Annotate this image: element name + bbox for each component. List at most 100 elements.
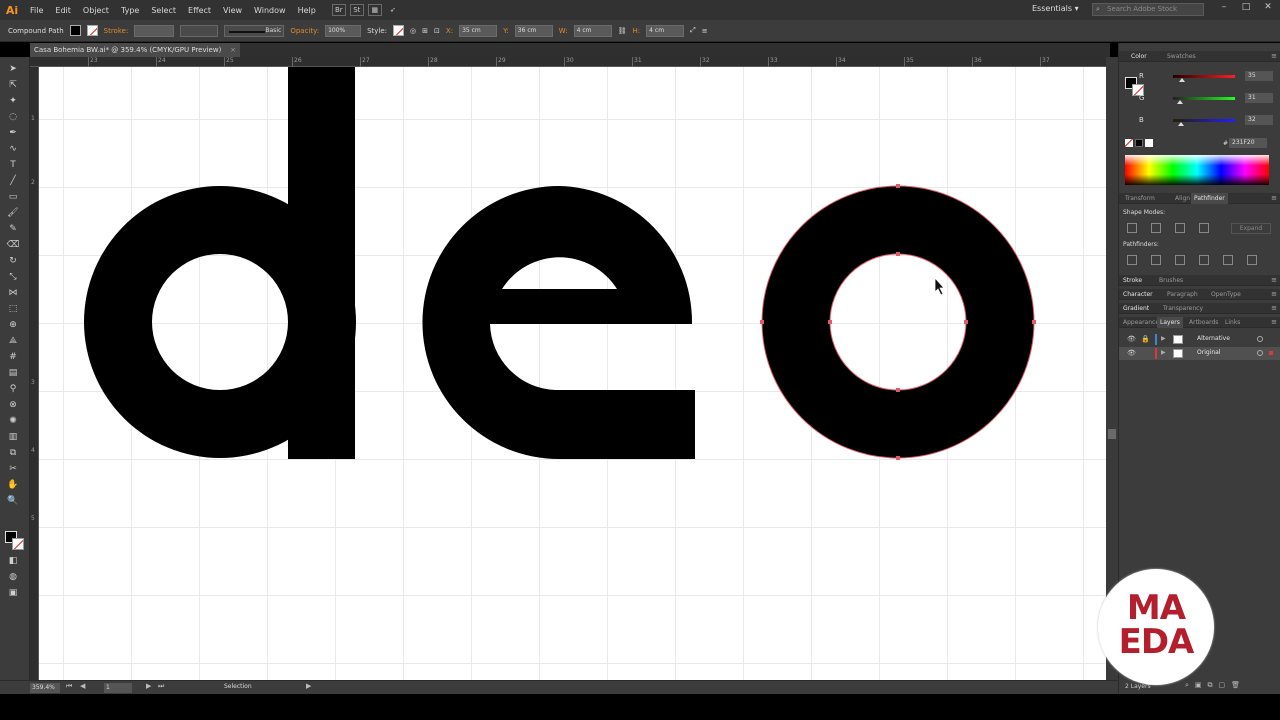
y-field[interactable]: 36 cm	[514, 24, 553, 37]
expand-layer-icon[interactable]: ▶	[1161, 349, 1166, 356]
minimize-icon[interactable]: –	[1218, 2, 1230, 16]
color-panel-menu-icon[interactable]: ≡	[1271, 52, 1277, 60]
gradient-menu-icon[interactable]: ≡	[1271, 304, 1277, 312]
crop-icon[interactable]	[1199, 255, 1209, 265]
document-tab[interactable]: Casa Bohemia BW.ai* @ 359.4% (CMYK/GPU P…	[30, 43, 240, 57]
line-tool-icon[interactable]: ╱	[6, 175, 20, 187]
layer-row-original[interactable]: 👁 ▶ Original	[1119, 347, 1280, 360]
close-tab-icon[interactable]: ×	[230, 43, 236, 57]
outline-icon[interactable]	[1223, 255, 1233, 265]
delete-layer-icon[interactable]: 🗑	[1231, 681, 1246, 689]
type-tool-icon[interactable]: T	[6, 159, 20, 171]
tab-stroke[interactable]: Stroke	[1123, 277, 1142, 284]
divide-icon[interactable]	[1127, 255, 1137, 265]
transform-icon[interactable]: ⊡	[434, 27, 440, 35]
width-tool-icon[interactable]: ⋈	[6, 287, 20, 299]
shape-builder-icon[interactable]: ⊕	[6, 319, 20, 331]
expand-layer-icon[interactable]: ▶	[1161, 335, 1166, 342]
intersect-icon[interactable]	[1175, 223, 1185, 233]
first-artboard-icon[interactable]: ⏮	[66, 682, 72, 691]
curvature-tool-icon[interactable]: ∿	[6, 143, 20, 155]
pencil-tool-icon[interactable]: ✎	[6, 223, 20, 235]
isolate-icon[interactable]: ⤢	[690, 26, 696, 35]
blue-slider[interactable]: B 32	[1125, 115, 1275, 127]
zoom-tool-icon[interactable]: 🔍	[6, 495, 20, 507]
tab-transparency[interactable]: Transparency	[1163, 305, 1203, 312]
menu-window[interactable]: Window	[248, 6, 292, 15]
red-value[interactable]: 35	[1245, 71, 1273, 81]
perspective-grid-icon[interactable]: ⟁	[6, 335, 20, 347]
eraser-tool-icon[interactable]: ⌫	[6, 239, 20, 251]
character-menu-icon[interactable]: ≡	[1271, 290, 1277, 298]
minus-front-icon[interactable]	[1151, 223, 1161, 233]
hex-field[interactable]: 231F20	[1229, 138, 1267, 148]
slice-tool-icon[interactable]: ✂	[6, 463, 20, 475]
arrange-documents-icon[interactable]: ▦	[367, 4, 382, 16]
fill-swatch[interactable]	[69, 25, 81, 36]
tab-links[interactable]: Links	[1225, 319, 1240, 326]
previous-artboard-icon[interactable]: ◀	[80, 682, 85, 690]
artboard-canvas[interactable]	[39, 67, 1106, 680]
style-swatch[interactable]	[393, 25, 405, 36]
tab-appearance[interactable]: Appearance	[1123, 319, 1159, 326]
tab-transform[interactable]: Transform	[1125, 195, 1155, 202]
blue-knob[interactable]	[1177, 122, 1184, 126]
next-artboard-icon[interactable]: ▶	[146, 682, 151, 690]
menu-effect[interactable]: Effect	[182, 6, 217, 15]
new-sublayer-icon[interactable]: ⧉	[1208, 681, 1219, 689]
stroke-label[interactable]: Stroke:	[104, 27, 129, 35]
menu-file[interactable]: File	[24, 6, 49, 15]
menu-view[interactable]: View	[217, 6, 248, 15]
tab-align[interactable]: Align	[1175, 195, 1190, 202]
make-clipping-mask-icon[interactable]: ▣	[1195, 681, 1208, 689]
menu-select[interactable]: Select	[145, 6, 182, 15]
paintbrush-tool-icon[interactable]: 🖌	[6, 207, 20, 219]
variable-width-dropdown[interactable]	[180, 24, 219, 37]
layer-name[interactable]: Original	[1197, 349, 1220, 356]
tab-artboards[interactable]: Artboards	[1189, 319, 1218, 326]
x-field[interactable]: 35 cm	[459, 24, 498, 37]
color-spectrum[interactable]	[1125, 155, 1269, 185]
tab-character[interactable]: Character	[1123, 291, 1153, 298]
symbol-sprayer-icon[interactable]: ✺	[6, 415, 20, 427]
red-slider[interactable]: R 35	[1125, 71, 1275, 83]
graph-tool-icon[interactable]: ▥	[6, 431, 20, 443]
mesh-tool-icon[interactable]: #	[6, 351, 20, 363]
screen-mode-icon[interactable]: ▣	[6, 587, 20, 599]
pen-tool-icon[interactable]: ✒	[6, 127, 20, 139]
layer-target-icon[interactable]	[1257, 350, 1263, 356]
direct-selection-tool-icon[interactable]: ⇱	[6, 79, 20, 91]
new-layer-icon[interactable]: ▢	[1219, 681, 1232, 689]
tab-color[interactable]: Color	[1131, 53, 1147, 60]
locate-object-icon[interactable]: ⌕	[1185, 681, 1195, 689]
fill-stroke-indicator[interactable]	[5, 531, 25, 551]
red-knob[interactable]	[1178, 78, 1185, 82]
stock-button[interactable]: St	[349, 4, 364, 16]
eyedropper-icon[interactable]: ⚲	[6, 383, 20, 395]
blue-value[interactable]: 32	[1245, 115, 1273, 125]
rectangle-tool-icon[interactable]: ▭	[6, 191, 20, 203]
tab-opentype[interactable]: OpenType	[1211, 291, 1241, 298]
layers-menu-icon[interactable]: ≡	[1271, 318, 1277, 326]
scale-tool-icon[interactable]: ⤡	[6, 271, 20, 283]
last-artboard-icon[interactable]: ⏭	[158, 682, 164, 691]
color-mode-icon[interactable]: ◧	[6, 555, 20, 567]
status-tool-text[interactable]: Selection	[224, 683, 252, 690]
layer-row-alternative[interactable]: 👁 🔒 ▶ Alternative	[1119, 333, 1280, 346]
draw-mode-icon[interactable]: ◍	[6, 571, 20, 583]
visibility-eye-icon[interactable]: 👁	[1127, 335, 1136, 343]
white-swatch[interactable]	[1145, 139, 1153, 147]
zoom-field[interactable]: 359.4%	[30, 683, 60, 693]
letter-e[interactable]	[422, 185, 695, 459]
recolor-icon[interactable]: ◎	[410, 27, 416, 35]
opacity-label[interactable]: Opacity:	[290, 27, 319, 35]
bridge-button[interactable]: Br	[331, 4, 346, 16]
menu-type[interactable]: Type	[115, 6, 145, 15]
visibility-eye-icon[interactable]: 👁	[1127, 349, 1136, 357]
unite-icon[interactable]	[1127, 223, 1137, 233]
gpu-performance-icon[interactable]: ➶	[386, 4, 400, 16]
minus-back-icon[interactable]	[1247, 255, 1257, 265]
letter-d[interactable]	[84, 67, 356, 459]
trim-icon[interactable]	[1151, 255, 1161, 265]
horizontal-ruler[interactable]: 23 24 25 26 27 28 29 30 31 32 33 34 35 36 37	[30, 57, 1106, 67]
